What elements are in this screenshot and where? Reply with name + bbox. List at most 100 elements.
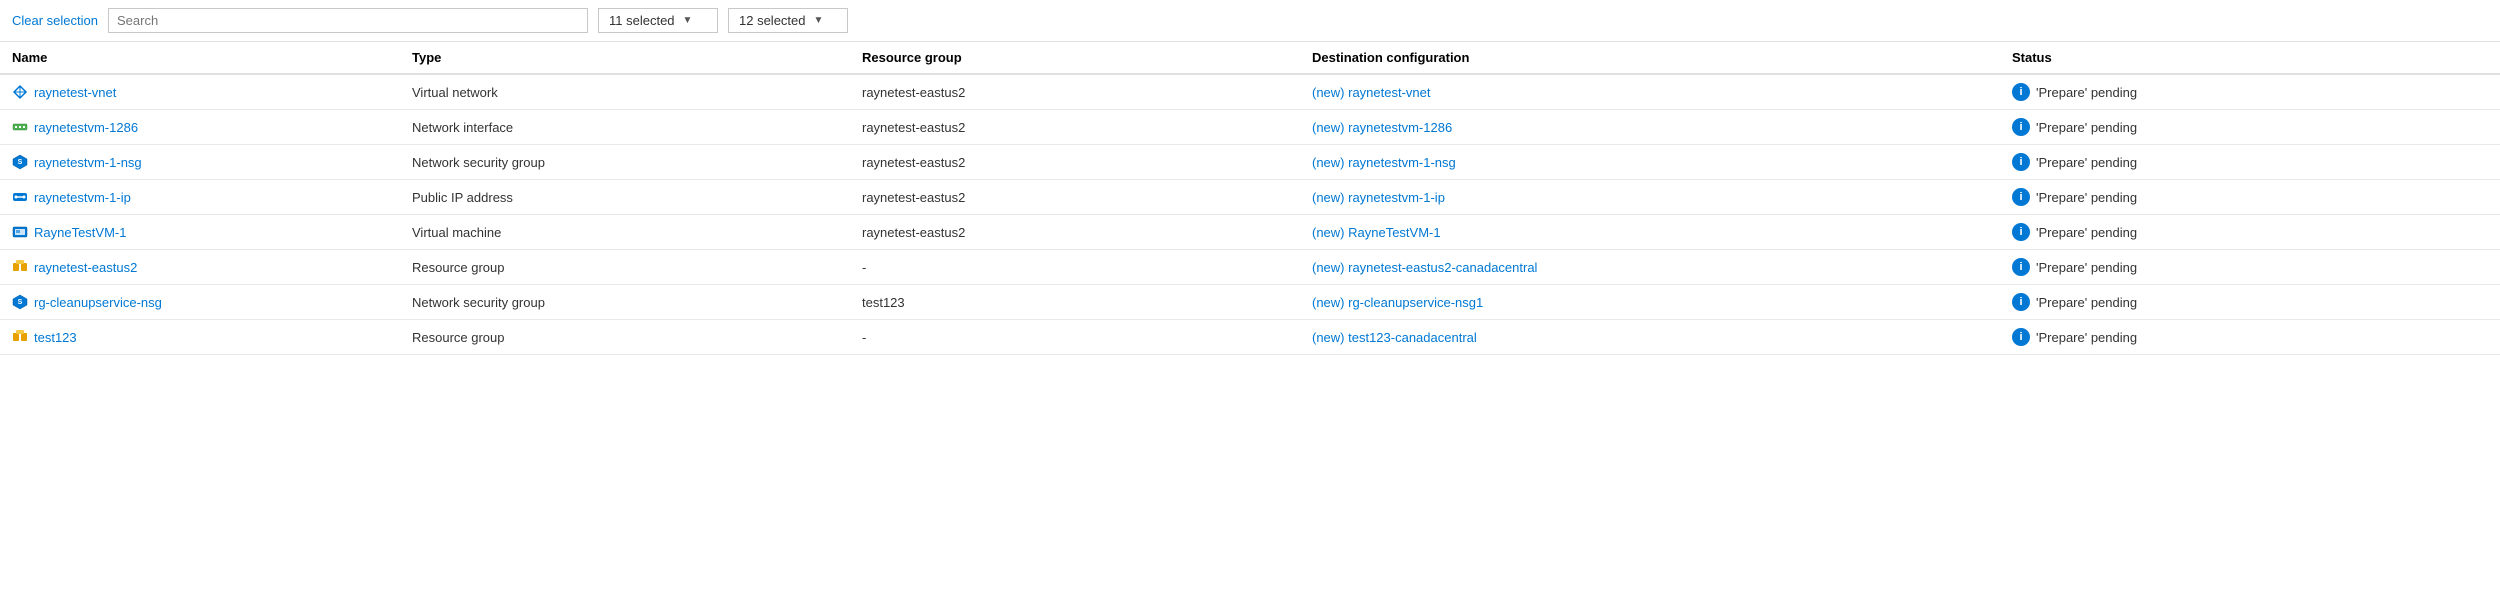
status-text-4: 'Prepare' pending: [2036, 225, 2137, 240]
status-cell-1: i 'Prepare' pending: [2012, 118, 2488, 136]
cell-status-0: i 'Prepare' pending: [2000, 74, 2500, 110]
table-row: raynetest-eastus2 Resource group - (new)…: [0, 250, 2500, 285]
status-cell-0: i 'Prepare' pending: [2012, 83, 2488, 101]
info-icon-0[interactable]: i: [2012, 83, 2030, 101]
info-icon-2[interactable]: i: [2012, 153, 2030, 171]
cell-type-0: Virtual network: [400, 74, 850, 110]
dest-config-link-7[interactable]: (new) test123-canadacentral: [1312, 330, 1477, 345]
dest-config-link-6[interactable]: (new) rg-cleanupservice-nsg1: [1312, 295, 1483, 310]
cell-type-1: Network interface: [400, 110, 850, 145]
cell-name-6: S rg-cleanupservice-nsg: [0, 285, 400, 320]
resource-name-link-0[interactable]: raynetest-vnet: [12, 84, 388, 100]
cell-status-2: i 'Prepare' pending: [2000, 145, 2500, 180]
table-header-row: Name Type Resource group Destination con…: [0, 42, 2500, 74]
cell-rg-3: raynetest-eastus2: [850, 180, 1300, 215]
info-icon-3[interactable]: i: [2012, 188, 2030, 206]
dest-config-link-3[interactable]: (new) raynetestvm-1-ip: [1312, 190, 1445, 205]
status-text-0: 'Prepare' pending: [2036, 85, 2137, 100]
region-filter-label: 12 selected: [739, 13, 806, 28]
dest-config-link-2[interactable]: (new) raynetestvm-1-nsg: [1312, 155, 1456, 170]
type-filter-chevron-icon: ▼: [683, 15, 693, 26]
status-text-3: 'Prepare' pending: [2036, 190, 2137, 205]
dest-config-link-0[interactable]: (new) raynetest-vnet: [1312, 85, 1431, 100]
table-row: raynetestvm-1286 Network interface rayne…: [0, 110, 2500, 145]
resource-name-link-5[interactable]: raynetest-eastus2: [12, 259, 388, 275]
info-icon-5[interactable]: i: [2012, 258, 2030, 276]
resource-icon-0: [12, 84, 28, 100]
svg-text:S: S: [18, 299, 23, 306]
cell-dest-5: (new) raynetest-eastus2-canadacentral: [1300, 250, 2000, 285]
status-text-1: 'Prepare' pending: [2036, 120, 2137, 135]
resource-name-link-3[interactable]: raynetestvm-1-ip: [12, 189, 388, 205]
status-cell-5: i 'Prepare' pending: [2012, 258, 2488, 276]
cell-rg-4: raynetest-eastus2: [850, 215, 1300, 250]
status-cell-3: i 'Prepare' pending: [2012, 188, 2488, 206]
info-icon-4[interactable]: i: [2012, 223, 2030, 241]
resource-name-link-2[interactable]: S raynetestvm-1-nsg: [12, 154, 388, 170]
status-text-7: 'Prepare' pending: [2036, 330, 2137, 345]
resource-name-link-7[interactable]: test123: [12, 329, 388, 345]
table-row: raynetestvm-1-ip Public IP address rayne…: [0, 180, 2500, 215]
cell-status-4: i 'Prepare' pending: [2000, 215, 2500, 250]
dest-config-link-1[interactable]: (new) raynetestvm-1286: [1312, 120, 1452, 135]
status-text-6: 'Prepare' pending: [2036, 295, 2137, 310]
resource-name-text-1: raynetestvm-1286: [34, 120, 138, 135]
search-box[interactable]: [108, 8, 588, 33]
resources-table-container: Name Type Resource group Destination con…: [0, 42, 2500, 355]
toolbar: Clear selection 11 selected ▼ 12 selecte…: [0, 0, 2500, 42]
cell-type-6: Network security group: [400, 285, 850, 320]
status-cell-7: i 'Prepare' pending: [2012, 328, 2488, 346]
status-text-5: 'Prepare' pending: [2036, 260, 2137, 275]
resource-name-link-1[interactable]: raynetestvm-1286: [12, 119, 388, 135]
cell-name-1: raynetestvm-1286: [0, 110, 400, 145]
info-icon-7[interactable]: i: [2012, 328, 2030, 346]
resource-icon-6: S: [12, 294, 28, 310]
cell-rg-7: -: [850, 320, 1300, 355]
cell-name-2: S raynetestvm-1-nsg: [0, 145, 400, 180]
type-filter-dropdown[interactable]: 11 selected ▼: [598, 8, 718, 33]
cell-rg-1: raynetest-eastus2: [850, 110, 1300, 145]
resource-icon-7: [12, 329, 28, 345]
dest-config-link-5[interactable]: (new) raynetest-eastus2-canadacentral: [1312, 260, 1537, 275]
info-icon-6[interactable]: i: [2012, 293, 2030, 311]
region-filter-dropdown[interactable]: 12 selected ▼: [728, 8, 848, 33]
cell-dest-6: (new) rg-cleanupservice-nsg1: [1300, 285, 2000, 320]
cell-type-4: Virtual machine: [400, 215, 850, 250]
type-filter-label: 11 selected: [609, 13, 675, 28]
col-header-status: Status: [2000, 42, 2500, 74]
cell-dest-1: (new) raynetestvm-1286: [1300, 110, 2000, 145]
cell-dest-3: (new) raynetestvm-1-ip: [1300, 180, 2000, 215]
resource-name-text-7: test123: [34, 330, 77, 345]
table-row: S rg-cleanupservice-nsg Network security…: [0, 285, 2500, 320]
dest-config-link-4[interactable]: (new) RayneTestVM-1: [1312, 225, 1441, 240]
status-cell-6: i 'Prepare' pending: [2012, 293, 2488, 311]
cell-type-5: Resource group: [400, 250, 850, 285]
cell-name-4: RayneTestVM-1: [0, 215, 400, 250]
cell-name-3: raynetestvm-1-ip: [0, 180, 400, 215]
clear-selection-button[interactable]: Clear selection: [12, 13, 98, 28]
resources-table: Name Type Resource group Destination con…: [0, 42, 2500, 355]
cell-dest-2: (new) raynetestvm-1-nsg: [1300, 145, 2000, 180]
cell-type-3: Public IP address: [400, 180, 850, 215]
cell-status-5: i 'Prepare' pending: [2000, 250, 2500, 285]
cell-status-7: i 'Prepare' pending: [2000, 320, 2500, 355]
col-header-dest: Destination configuration: [1300, 42, 2000, 74]
status-cell-4: i 'Prepare' pending: [2012, 223, 2488, 241]
cell-type-2: Network security group: [400, 145, 850, 180]
resource-name-text-4: RayneTestVM-1: [34, 225, 126, 240]
search-input[interactable]: [117, 13, 579, 28]
resource-icon-5: [12, 259, 28, 275]
resource-icon-3: [12, 189, 28, 205]
cell-rg-2: raynetest-eastus2: [850, 145, 1300, 180]
cell-rg-5: -: [850, 250, 1300, 285]
cell-rg-0: raynetest-eastus2: [850, 74, 1300, 110]
status-text-2: 'Prepare' pending: [2036, 155, 2137, 170]
resource-name-link-6[interactable]: S rg-cleanupservice-nsg: [12, 294, 388, 310]
cell-name-7: test123: [0, 320, 400, 355]
status-cell-2: i 'Prepare' pending: [2012, 153, 2488, 171]
info-icon-1[interactable]: i: [2012, 118, 2030, 136]
table-row: S raynetestvm-1-nsg Network security gro…: [0, 145, 2500, 180]
resource-name-link-4[interactable]: RayneTestVM-1: [12, 224, 388, 240]
resource-icon-2: S: [12, 154, 28, 170]
cell-name-5: raynetest-eastus2: [0, 250, 400, 285]
